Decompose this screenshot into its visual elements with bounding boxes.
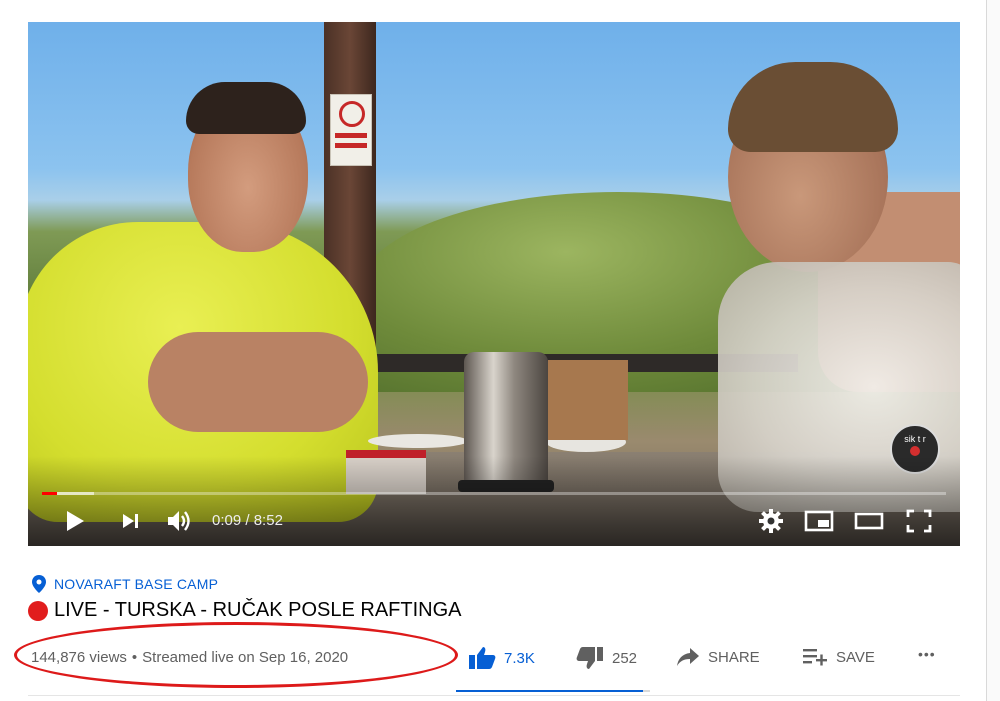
watermark-dot xyxy=(910,445,920,456)
miniplayer-button[interactable] xyxy=(804,506,834,536)
theater-icon xyxy=(854,512,884,530)
settings-button[interactable] xyxy=(758,506,784,536)
time-display: 0:09 / 8:52 xyxy=(212,512,283,529)
red-annotation-circle xyxy=(14,622,458,688)
woman-hair xyxy=(728,62,898,152)
progress-bar[interactable] xyxy=(42,492,946,495)
fullscreen-icon xyxy=(906,509,932,533)
dislike-count: 252 xyxy=(612,649,638,667)
like-dislike-ratio-bar xyxy=(456,690,650,692)
duration: 8:52 xyxy=(253,512,283,529)
save-playlist-icon xyxy=(803,649,827,666)
sign-stripe xyxy=(335,143,367,148)
man-arm xyxy=(148,332,368,432)
location-text: NOVARAFT BASE CAMP xyxy=(54,576,219,592)
play-icon xyxy=(67,511,84,531)
theater-mode-button[interactable] xyxy=(854,506,884,536)
settings-icon xyxy=(759,509,783,533)
next-icon xyxy=(123,514,138,528)
next-button[interactable] xyxy=(120,506,142,536)
current-time: 0:09 xyxy=(212,512,242,529)
save-button[interactable]: SAVE xyxy=(802,646,875,668)
mute-button[interactable] xyxy=(166,506,194,536)
page-scrollbar-edge xyxy=(986,0,1000,701)
box xyxy=(548,360,628,440)
thumbs-up-icon xyxy=(469,647,496,669)
fullscreen-button[interactable] xyxy=(906,506,932,536)
thumbs-down-icon xyxy=(576,647,603,669)
plate xyxy=(368,434,468,448)
live-indicator-icon xyxy=(28,600,48,621)
like-count: 7.3K xyxy=(504,649,535,667)
progress-played xyxy=(42,492,58,495)
more-actions-button[interactable]: ••• xyxy=(918,646,936,662)
man-hair xyxy=(186,82,306,134)
miniplayer-icon xyxy=(804,510,834,532)
volume-icon xyxy=(168,511,190,531)
video-title: LIVE - TURSKA - RUČAK POSLE RAFTINGA xyxy=(54,599,462,621)
no-smoking-sign xyxy=(330,94,372,166)
section-divider xyxy=(28,695,960,696)
video-player[interactable]: sik t r 0:09 / 8:52 xyxy=(28,22,960,546)
share-label: SHARE xyxy=(708,648,760,666)
like-ratio-fill xyxy=(456,690,644,692)
location-pin-icon xyxy=(32,575,46,593)
save-label: SAVE xyxy=(836,648,875,666)
watermark-text: sik t r xyxy=(904,434,926,444)
no-smoking-symbol xyxy=(339,101,365,127)
share-button[interactable]: SHARE xyxy=(676,646,760,668)
share-icon xyxy=(677,648,699,666)
dislike-button[interactable]: 252 xyxy=(576,646,637,670)
location-link[interactable]: NOVARAFT BASE CAMP xyxy=(32,575,218,593)
play-button[interactable] xyxy=(64,506,86,536)
time-separator: / xyxy=(241,512,254,529)
like-button[interactable]: 7.3K xyxy=(468,646,535,670)
video-title-row: LIVE - TURSKA - RUČAK POSLE RAFTINGA xyxy=(28,599,462,622)
sign-stripe xyxy=(335,133,367,138)
more-icon: ••• xyxy=(918,646,936,662)
